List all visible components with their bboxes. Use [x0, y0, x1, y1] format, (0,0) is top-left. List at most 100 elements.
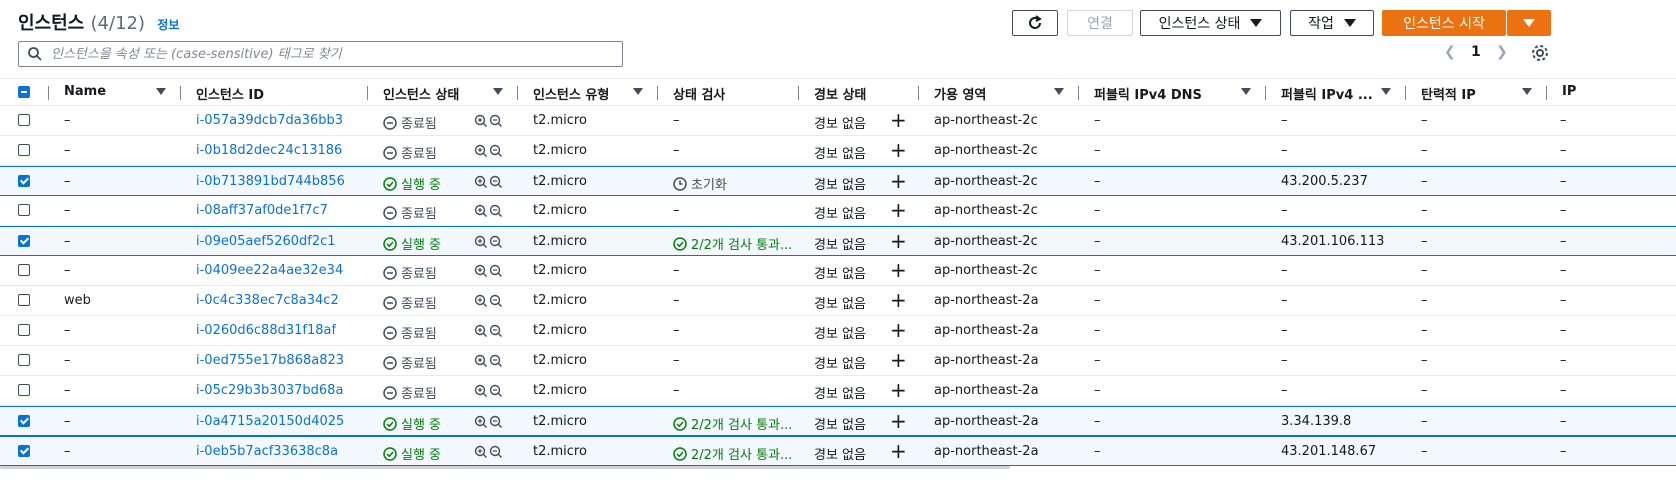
search-box[interactable]	[18, 41, 623, 67]
plus-icon[interactable]: +	[890, 169, 907, 193]
zoom-icons[interactable]	[474, 235, 504, 253]
sort-icon[interactable]	[1054, 88, 1064, 95]
plus-icon[interactable]: +	[890, 378, 907, 402]
prev-page-icon[interactable]: ❮	[1444, 44, 1456, 60]
table-row[interactable]: – i-0b18d2dec24c13186 종료됨 t2.micro – 경보 없음 + ap…	[0, 136, 1676, 166]
instance-id-link[interactable]: i-05c29b3b3037bd68a	[196, 383, 343, 398]
zoom-icons[interactable]	[474, 415, 504, 433]
column-header-eip[interactable]: 탄력적 IP	[1421, 84, 1476, 103]
zoom-icons[interactable]	[474, 445, 504, 463]
plus-icon[interactable]: +	[890, 229, 907, 253]
row-checkbox[interactable]	[18, 354, 30, 366]
plus-icon[interactable]: +	[890, 258, 907, 282]
column-header-state[interactable]: 인스턴스 상태	[383, 84, 459, 103]
row-checkbox[interactable]	[18, 204, 30, 216]
zoom-icons[interactable]	[474, 204, 504, 222]
zoom-icons[interactable]	[474, 294, 504, 312]
row-checkbox[interactable]	[18, 324, 30, 336]
column-header-alarm[interactable]: 경보 상태	[814, 84, 866, 103]
instance-id-link[interactable]: i-0b18d2dec24c13186	[196, 143, 342, 158]
instance-id-link[interactable]: i-057a39dcb7da36bb3	[196, 113, 343, 128]
sort-icon[interactable]	[156, 88, 166, 95]
row-checkbox[interactable]	[18, 445, 30, 457]
row-checkbox[interactable]	[18, 175, 30, 187]
instance-id-link[interactable]: i-0260d6c88d31f18af	[196, 323, 336, 338]
column-header-dns[interactable]: 퍼블릭 IPv4 DNS	[1094, 84, 1202, 103]
plus-icon[interactable]: +	[890, 138, 907, 162]
sort-icon[interactable]	[1241, 88, 1251, 95]
row-checkbox[interactable]	[18, 294, 30, 306]
column-header-id[interactable]: 인스턴스 ID	[196, 84, 264, 103]
instance-id-link[interactable]: i-0ed755e17b868a823	[196, 353, 344, 368]
horizontal-scrollbar[interactable]	[0, 466, 1010, 469]
table-row[interactable]: – i-0a4715a20150d4025 실행 중 t2.micro 2/2개 검사 …	[0, 406, 1676, 436]
plus-icon[interactable]: +	[890, 288, 907, 312]
page-number[interactable]: 1	[1471, 44, 1481, 60]
success-icon	[383, 447, 397, 461]
instance-id-link[interactable]: i-0a4715a20150d4025	[196, 414, 344, 429]
row-checkbox[interactable]	[18, 114, 30, 126]
plus-icon[interactable]: +	[890, 439, 907, 463]
plus-icon[interactable]: +	[890, 348, 907, 372]
column-header-next[interactable]: IP	[1562, 84, 1576, 99]
table-row[interactable]: – i-08aff37af0de1f7c7 종료됨 t2.micro – 경보 없음 + ap…	[0, 196, 1676, 226]
zoom-icons[interactable]	[474, 264, 504, 282]
column-header-check[interactable]: 상태 검사	[673, 84, 725, 103]
info-link[interactable]: 정보	[157, 18, 179, 32]
zoom-icons[interactable]	[474, 144, 504, 162]
search-input[interactable]	[49, 45, 613, 63]
sort-icon[interactable]	[493, 88, 503, 95]
column-header-ip[interactable]: 퍼블릭 IPv4 ...	[1281, 84, 1373, 103]
plus-icon[interactable]: +	[890, 198, 907, 222]
connect-button[interactable]: 연결	[1067, 10, 1133, 36]
launch-instance-button[interactable]: 인스턴스 시작	[1382, 10, 1506, 36]
plus-icon[interactable]: +	[890, 409, 907, 433]
settings-button[interactable]	[1531, 44, 1549, 66]
table-row[interactable]: – i-0b713891bd744b856 실행 중 t2.micro 초기화 경보 없음…	[0, 166, 1676, 196]
table-row[interactable]: – i-0eb5b7acf33638c8a 실행 중 t2.micro 2/2개 검사 …	[0, 436, 1676, 466]
table-row[interactable]: – i-0260d6c88d31f18af 종료됨 t2.micro – 경보 없음 + ap…	[0, 316, 1676, 346]
zoom-icons[interactable]	[474, 324, 504, 342]
zoom-icons[interactable]	[474, 114, 504, 132]
table-row[interactable]: – i-09e05aef5260df2c1 실행 중 t2.micro 2/2개 검사 …	[0, 226, 1676, 256]
row-checkbox[interactable]	[18, 384, 30, 396]
instance-id-link[interactable]: i-08aff37af0de1f7c7	[196, 203, 328, 218]
public-dns-cell: –	[1094, 203, 1101, 218]
instance-id-link[interactable]: i-0c4c338ec7c8a34c2	[196, 293, 339, 308]
table-row[interactable]: web i-0c4c338ec7c8a34c2 종료됨 t2.micro – 경보 없음 +…	[0, 286, 1676, 316]
row-checkbox[interactable]	[18, 235, 30, 247]
plus-icon[interactable]: +	[890, 318, 907, 342]
plus-icon[interactable]: +	[890, 108, 907, 132]
column-header-type[interactable]: 인스턴스 유형	[533, 84, 609, 103]
actions-button[interactable]: 작업	[1290, 10, 1374, 36]
row-checkbox[interactable]	[18, 415, 30, 427]
table-row[interactable]: – i-05c29b3b3037bd68a 종료됨 t2.micro – 경보 없음 + ap…	[0, 376, 1676, 406]
sort-icon[interactable]	[1522, 88, 1532, 95]
table-row[interactable]: – i-0409ee22a4ae32e34 종료됨 t2.micro – 경보 없음 + ap…	[0, 256, 1676, 286]
refresh-button[interactable]	[1012, 10, 1058, 36]
instance-state-cell: 실행 중	[383, 444, 441, 463]
select-all-checkbox[interactable]	[18, 86, 30, 98]
instance-id-link[interactable]: i-0eb5b7acf33638c8a	[196, 444, 338, 459]
instance-id-link[interactable]: i-09e05aef5260df2c1	[196, 234, 336, 249]
zoom-icons[interactable]	[474, 175, 504, 193]
column-header-az[interactable]: 가용 영역	[934, 84, 986, 103]
launch-dropdown-button[interactable]	[1507, 10, 1551, 36]
instance-id-link[interactable]: i-0409ee22a4ae32e34	[196, 263, 343, 278]
public-dns-cell: –	[1094, 113, 1101, 128]
instance-state-cell: 종료됨	[383, 263, 437, 282]
sort-icon[interactable]	[633, 88, 643, 95]
zoom-icons[interactable]	[474, 384, 504, 402]
public-dns-cell: –	[1094, 353, 1101, 368]
alarm-status-cell: 경보 없음	[814, 267, 866, 282]
table-row[interactable]: – i-0ed755e17b868a823 종료됨 t2.micro – 경보 없음 + ap…	[0, 346, 1676, 376]
column-header-name[interactable]: Name	[64, 84, 106, 99]
row-checkbox[interactable]	[18, 264, 30, 276]
instance-id-link[interactable]: i-0b713891bd744b856	[196, 174, 345, 189]
zoom-icons[interactable]	[474, 354, 504, 372]
instance-state-button[interactable]: 인스턴스 상태	[1140, 10, 1281, 36]
table-row[interactable]: – i-057a39dcb7da36bb3 종료됨 t2.micro – 경보 없음 + ap…	[0, 106, 1676, 136]
row-checkbox[interactable]	[18, 144, 30, 156]
next-page-icon[interactable]: ❯	[1496, 44, 1508, 60]
sort-icon[interactable]	[1381, 88, 1391, 95]
